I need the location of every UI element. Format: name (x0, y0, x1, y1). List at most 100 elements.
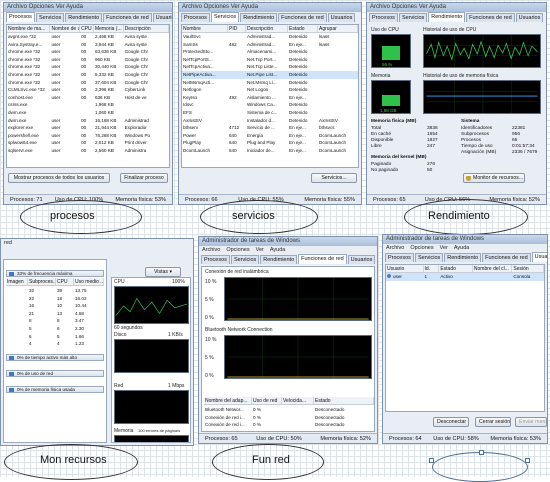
tab-funciones-red[interactable]: Funciones de red (482, 253, 531, 262)
tab-usuarios[interactable]: Usuarios (515, 13, 544, 22)
column-header[interactable]: Uso de red (252, 397, 282, 404)
tab-servicios[interactable]: Servicios (230, 255, 260, 264)
memory-section-header[interactable]: 0% de memoria física usada (6, 386, 104, 393)
table-row[interactable]: 16 10 10.44 (6, 302, 104, 310)
table-row[interactable]: 6 5 1.66 (6, 333, 104, 341)
column-header[interactable]: CPU (80, 25, 94, 32)
menu-ver[interactable]: Ver (440, 244, 448, 252)
show-all-processes-checkbox[interactable]: Mostrar procesos de todos los usuarios (8, 173, 110, 183)
column-header[interactable]: Usuario (386, 265, 424, 272)
table-row[interactable]: powershell.exe user 00 76,268 KB Windows Po (7, 132, 169, 140)
tab-funciones-red[interactable]: Funciones de red (298, 254, 347, 264)
table-row[interactable]: EFS Sistema de c... Detenido (182, 109, 358, 117)
column-header[interactable]: Estado (314, 397, 374, 404)
table-row[interactable]: 5 6 2.30 (6, 325, 104, 333)
table-row[interactable]: dwm.exe user 00 16,168 KB Administrad (7, 117, 169, 125)
table-row[interactable]: Bluetooth Networ... 0 % Desconectado (204, 406, 374, 414)
table-row[interactable]: chrome.exe *32 user 00 960 KB Google Chr (7, 56, 169, 64)
disconnect-button[interactable]: Desconectar (433, 417, 469, 427)
menu-opciones[interactable]: Opciones (410, 244, 433, 252)
table-row[interactable]: splwow64.exe user 00 2,012 KB Print driver (7, 139, 169, 147)
tab-procesos[interactable]: Procesos (369, 13, 398, 22)
selection-handle[interactable] (429, 458, 434, 463)
table-row[interactable]: sqlservr.exe user 00 2,560 KB Administra (7, 147, 169, 155)
tab-rendimiento[interactable]: Rendimiento (428, 12, 466, 22)
cpu-section-header[interactable]: 33% de frecuencia máxima (6, 270, 104, 277)
column-header[interactable]: Uso medio ... (74, 278, 104, 285)
table-row[interactable]: Avira.Systray.e... user 00 3,944 KB Avira sy… (7, 41, 169, 49)
column-header[interactable]: Nombre del cl... (473, 265, 513, 272)
table-row[interactable]: chrome.exe *32 user 00 5,332 KB Google Chr (7, 71, 169, 79)
table-row[interactable]: NetMsmqActi... Net.Msmq Li... Detenido (182, 79, 358, 87)
tab-funciones-red[interactable]: Funciones de red (103, 13, 152, 22)
table-row[interactable]: Power 640 Energía En eje... DcomLaunch (182, 132, 358, 140)
tab-rendimiento[interactable]: Rendimiento (240, 13, 278, 22)
selection-handle[interactable] (525, 458, 530, 463)
table-row[interactable]: CLMLSvc.exe *32 user 00 3,396 KB CyberLink (7, 86, 169, 94)
table-row[interactable]: NetPipeActiva... Net.Pipe List... Detenido (182, 70, 358, 79)
column-header[interactable]: Nombre (182, 25, 228, 32)
views-button[interactable]: Vistas ▾ (145, 267, 181, 277)
column-header[interactable]: Imagen (6, 278, 28, 285)
tab-servicios[interactable]: Servicios (210, 12, 240, 22)
tab-servicios[interactable]: Servicios (35, 13, 65, 22)
tab-usuarios[interactable]: Usuarios (327, 13, 356, 22)
tab-rendimiento[interactable]: Rendimiento (444, 253, 482, 262)
tab-rendimiento[interactable]: Rendimiento (260, 255, 298, 264)
table-row[interactable]: explorer.exe user 00 21,944 KB Explorador (7, 124, 169, 132)
column-header[interactable]: Nombre del adap... (204, 397, 252, 404)
table-row[interactable]: chrome.exe *32 user 00 37,604 KB Google Chr (7, 79, 169, 87)
disk-section-header[interactable]: 0% de tiempo activo más alto (6, 354, 104, 361)
tab-usuarios[interactable]: Usuarios (347, 255, 376, 264)
table-row[interactable]: ProtectedSto... Almacenami... Detenido (182, 48, 358, 56)
table-row[interactable]: avgnt.exe *32 user 00 2,468 KB Avira syste (7, 33, 169, 41)
logoff-button[interactable]: Cerrar sesión (475, 417, 511, 427)
menu-ayuda[interactable]: Ayuda (270, 246, 286, 254)
table-row[interactable]: chrome.exe *32 user 00 63,636 KB Google Chr (7, 48, 169, 56)
tab-procesos[interactable]: Procesos (385, 253, 414, 262)
column-header[interactable]: CPU (56, 278, 74, 285)
tab-procesos[interactable]: Procesos (201, 255, 230, 264)
column-header[interactable]: Descripción (246, 25, 288, 32)
tab-rendimiento[interactable]: Rendimiento (65, 13, 103, 22)
menu-opciones[interactable]: Opciones (226, 246, 249, 254)
table-row[interactable]: 22 18 16.02 (6, 295, 104, 303)
tab-servicios[interactable]: Servicios (398, 13, 428, 22)
table-row[interactable]: chrome.exe *32 user 00 30,440 KB Google Chr (7, 63, 169, 71)
table-row[interactable]: NetTcpActiva... Net.Tcp Liste... Detenido (182, 63, 358, 71)
column-header[interactable]: Agrupar (318, 25, 358, 32)
tab-usuarios[interactable]: Usuarios (531, 252, 547, 262)
menu-item[interactable]: red (4, 239, 12, 247)
send-message-button[interactable]: Enviar mensaje... (515, 417, 547, 427)
user-row[interactable]: user 1 Activo Consola (386, 273, 544, 281)
table-row[interactable]: bthserv 4712 Servicio de ... En eje... bthsv… (182, 124, 358, 132)
tab-funciones-red[interactable]: Funciones de red (278, 13, 327, 22)
network-section-header[interactable]: 0% de uso de red (6, 370, 104, 377)
table-row[interactable]: Conexión de red i... 0 % Desconectado (204, 421, 374, 429)
tab-procesos[interactable]: Procesos (6, 12, 35, 22)
table-row[interactable]: conhost.exe user 00 636 KB Host de ve (7, 94, 169, 102)
column-header[interactable]: Estado (439, 265, 473, 272)
menu-archivo[interactable]: Archivo (202, 246, 220, 254)
table-row[interactable]: DcomLaunch 640 Iniciador de... En eje... Dco… (182, 147, 358, 155)
resource-monitor-button[interactable]: Monitor de recursos... (463, 173, 525, 183)
menu-ver[interactable]: Ver (256, 246, 264, 254)
column-header[interactable]: Nombre de u... (50, 25, 81, 32)
column-header[interactable]: Nombre de ma... (7, 25, 51, 32)
table-row[interactable]: NetTcpPortS... Net.Tcp Port... Detenido (182, 56, 358, 64)
column-header[interactable]: Estado (288, 25, 318, 32)
tab-procesos[interactable]: Procesos (181, 13, 210, 22)
menu-archivo[interactable]: Archivo (386, 244, 404, 252)
table-row[interactable]: Netlogon Net Logon Detenido (182, 86, 358, 94)
tab-funciones-red[interactable]: Funciones de red (466, 13, 515, 22)
table-row[interactable]: PlugPlay 640 Plug and Play En eje... DcomLau… (182, 139, 358, 147)
table-row[interactable]: Conexión de red i... 0 % Desconectado (204, 414, 374, 422)
column-header[interactable]: Descripción (124, 25, 169, 32)
table-row[interactable]: Idsvc Windows Ca... Detenido (182, 101, 358, 109)
column-header[interactable]: PID (228, 25, 246, 32)
column-header[interactable]: Subproces... (28, 278, 56, 285)
menu-ayuda[interactable]: Ayuda (454, 244, 470, 252)
table-row[interactable]: VaultSvc Administrad... Detenido lsass (182, 33, 358, 41)
column-header[interactable]: Memoria (... (94, 25, 124, 32)
table-row[interactable]: SamSs 482 Administrad... En eje... lsass (182, 41, 358, 49)
